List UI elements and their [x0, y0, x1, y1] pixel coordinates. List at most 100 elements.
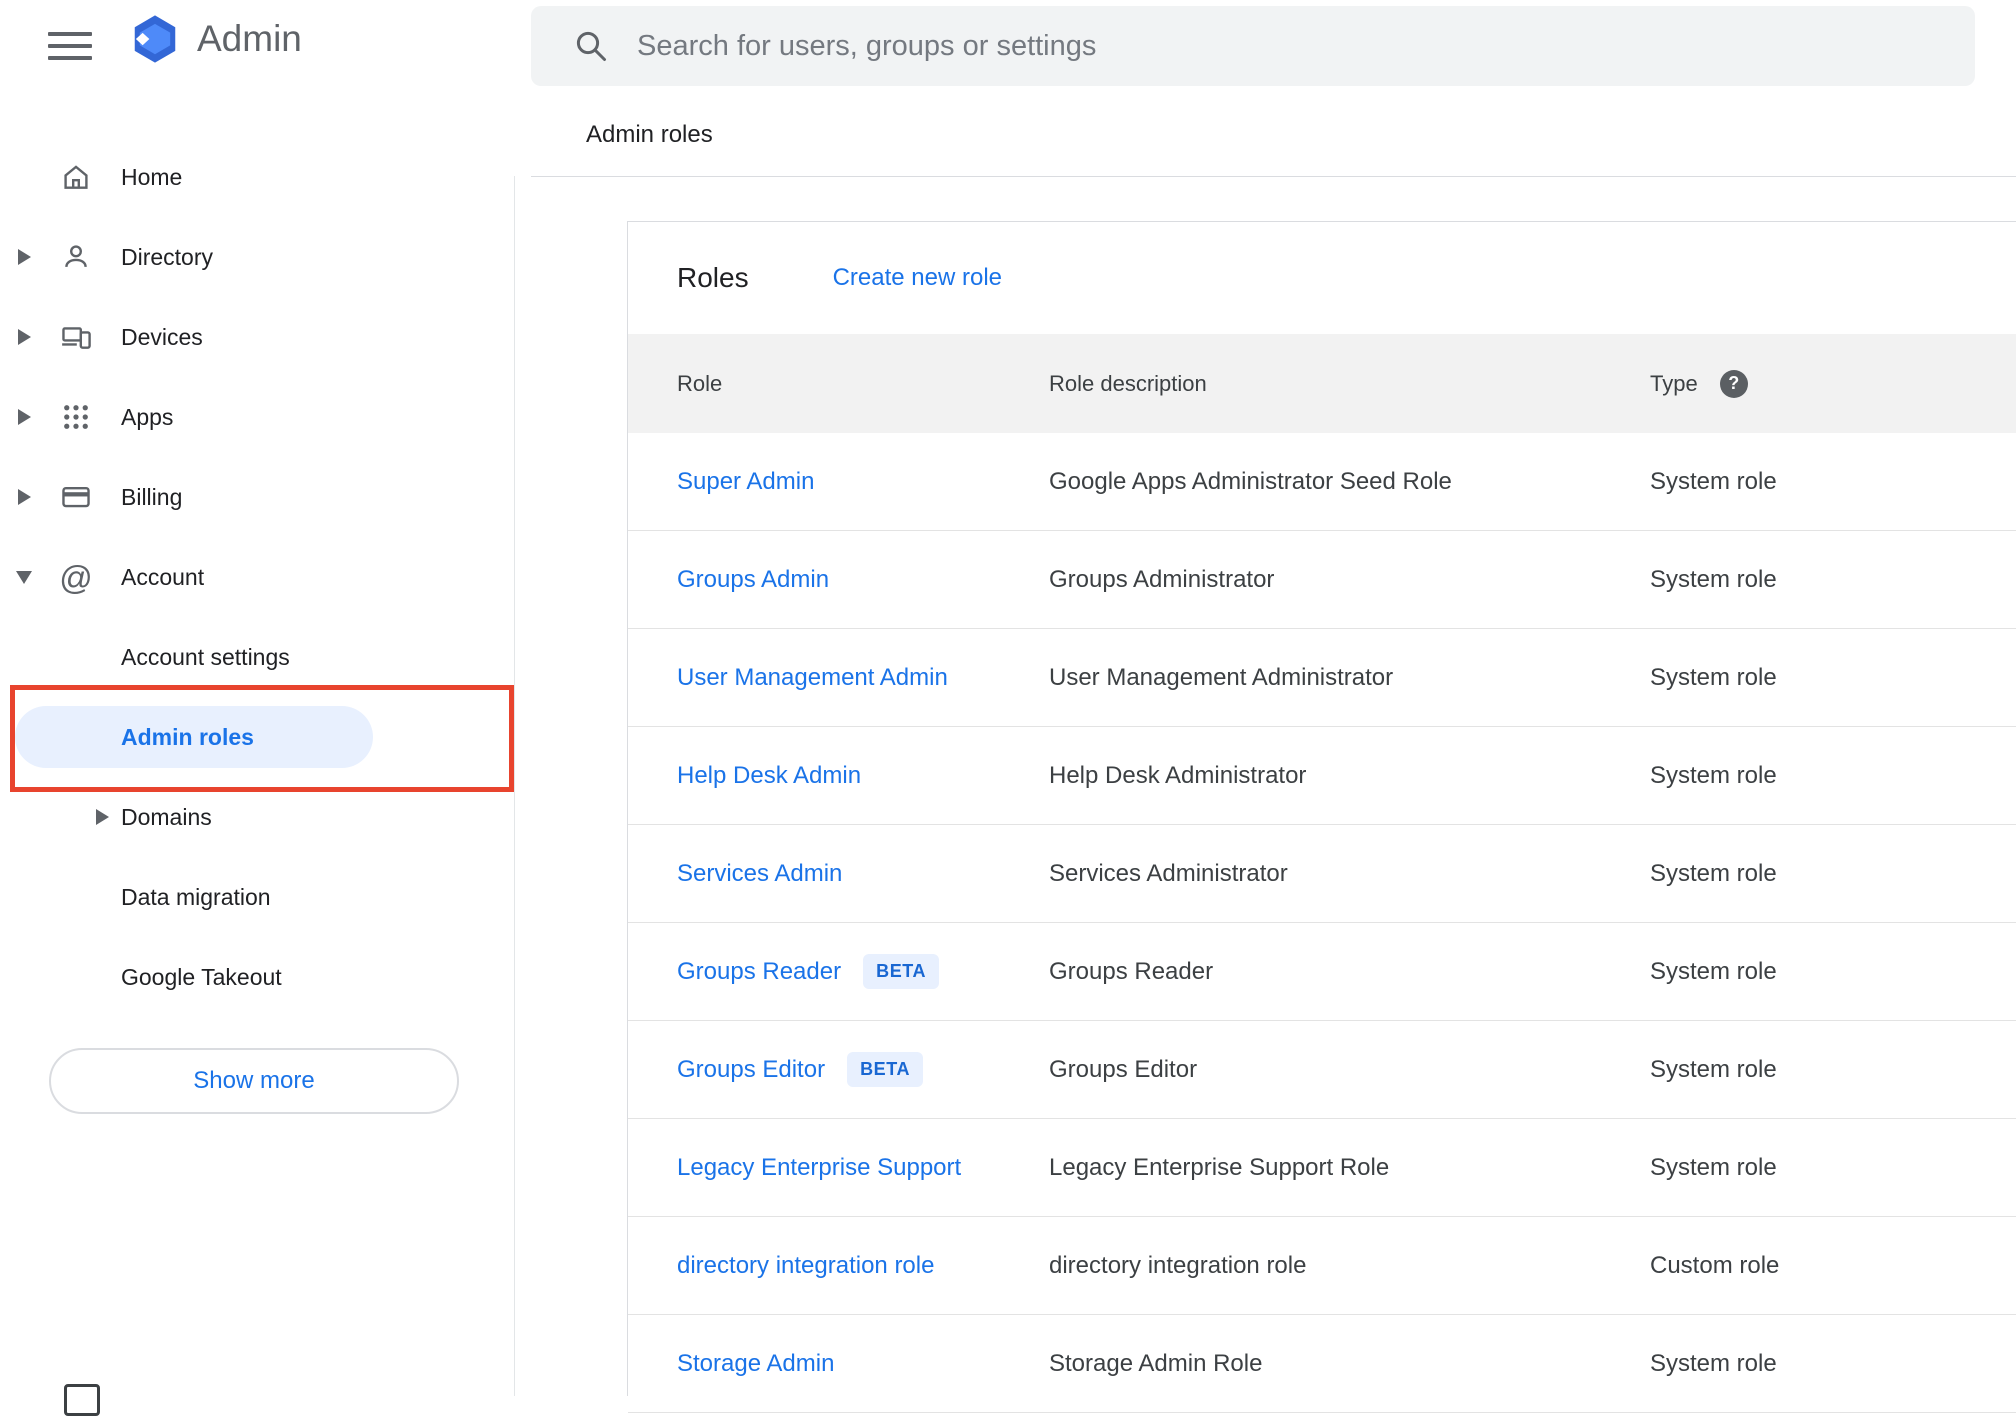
role-description: Legacy Enterprise Support Role: [1049, 1153, 1390, 1181]
sidebar-item-account[interactable]: @ Account: [0, 537, 514, 617]
sidebar-item-label: Account: [121, 563, 205, 590]
role-type: System role: [1650, 957, 1777, 985]
role-type: System role: [1650, 859, 1777, 887]
roles-card: Roles Create new role Role Role descript…: [627, 221, 2016, 1413]
sidebar-item-account-settings[interactable]: Account settings: [0, 617, 514, 697]
role-description: Help Desk Administrator: [1049, 761, 1307, 789]
sidebar-item-admin-roles[interactable]: Admin roles: [0, 697, 514, 777]
chevron-down-icon: [16, 570, 32, 584]
role-type: System role: [1650, 1153, 1777, 1181]
beta-badge: BETA: [847, 1052, 924, 1087]
sidebar-item-google-takeout[interactable]: Google Takeout: [0, 937, 514, 1017]
role-link[interactable]: User Management Admin: [677, 664, 948, 692]
table-row: Services Admin Services Administrator Sy…: [628, 825, 2016, 923]
person-icon: [48, 241, 104, 273]
home-icon: [48, 161, 104, 193]
sidebar: Admin Home Directory Devices Apps Billin…: [0, 0, 514, 1416]
sidebar-item-domains[interactable]: Domains: [0, 777, 514, 857]
role-link[interactable]: Groups Editor: [677, 1056, 825, 1084]
chevron-right-icon: [17, 329, 31, 345]
admin-logo[interactable]: Admin: [128, 12, 302, 66]
sidebar-item-label: Account settings: [121, 643, 290, 670]
role-description: User Management Administrator: [1049, 663, 1394, 691]
role-description: Storage Admin Role: [1049, 1349, 1263, 1377]
header-divider: [531, 176, 2016, 177]
sidebar-item-label: Devices: [121, 323, 203, 350]
roles-table-body: Super Admin Google Apps Administrator Se…: [628, 433, 2016, 1413]
role-type: System role: [1650, 1055, 1777, 1083]
role-description: directory integration role: [1049, 1251, 1307, 1279]
role-type: System role: [1650, 761, 1777, 789]
role-description: Groups Reader: [1049, 957, 1214, 985]
role-description: Google Apps Administrator Seed Role: [1049, 467, 1452, 495]
role-link[interactable]: Super Admin: [677, 468, 814, 496]
sidebar-item-label: Home: [121, 163, 183, 190]
sidebar-item-label: Billing: [121, 483, 183, 510]
table-header-row: Role Role description Type ?: [628, 334, 2016, 433]
table-row: User Management Admin User Management Ad…: [628, 629, 2016, 727]
table-row: Legacy Enterprise Support Legacy Enterpr…: [628, 1119, 2016, 1217]
apps-grid-icon: [48, 402, 104, 432]
sidebar-item-devices[interactable]: Devices: [0, 297, 514, 377]
chevron-right-icon: [17, 489, 31, 505]
search-input[interactable]: [635, 28, 1975, 64]
role-description: Groups Editor: [1049, 1055, 1198, 1083]
role-type: Custom role: [1650, 1251, 1780, 1279]
sidebar-item-apps[interactable]: Apps: [0, 377, 514, 457]
role-type: System role: [1650, 663, 1777, 691]
chevron-right-icon: [17, 409, 31, 425]
column-header-type: Type: [1650, 370, 1698, 396]
admin-logo-text: Admin: [197, 18, 302, 59]
billing-card-icon: [48, 481, 104, 513]
table-row: Storage Admin Storage Admin Role System …: [628, 1315, 2016, 1413]
table-row: directory integration role directory int…: [628, 1217, 2016, 1315]
sidebar-nav: Home Directory Devices Apps Billing @ Ac…: [0, 137, 514, 1017]
sidebar-item-billing[interactable]: Billing: [0, 457, 514, 537]
chevron-right-icon: [17, 249, 31, 265]
breadcrumb: Admin roles: [586, 121, 713, 148]
sidebar-item-label: Apps: [121, 403, 174, 430]
sidebar-item-label: Directory: [121, 243, 214, 270]
help-icon[interactable]: ?: [1719, 369, 1748, 398]
role-link[interactable]: Groups Admin: [677, 566, 829, 594]
role-description: Groups Administrator: [1049, 565, 1275, 593]
role-type: System role: [1650, 467, 1777, 495]
role-description: Services Administrator: [1049, 859, 1288, 887]
card-title: Roles: [677, 262, 749, 293]
at-icon: @: [59, 558, 93, 596]
devices-icon: [48, 321, 104, 353]
create-new-role-link[interactable]: Create new role: [833, 264, 1002, 292]
sidebar-item-data-migration[interactable]: Data migration: [0, 857, 514, 937]
search-icon: [573, 28, 609, 64]
role-link[interactable]: Help Desk Admin: [677, 762, 861, 790]
sidebar-item-label: Data migration: [121, 883, 271, 910]
table-row: Groups Admin Groups Administrator System…: [628, 531, 2016, 629]
search-bar[interactable]: [531, 6, 1975, 86]
column-header-role: Role: [677, 370, 723, 396]
table-row: Groups Editor BETA Groups Editor System …: [628, 1021, 2016, 1119]
role-link[interactable]: Storage Admin: [677, 1350, 834, 1378]
table-row: Help Desk Admin Help Desk Administrator …: [628, 727, 2016, 825]
sidebar-item-label: Google Takeout: [121, 963, 282, 990]
menu-icon[interactable]: [48, 30, 92, 62]
support-icon[interactable]: [64, 1384, 100, 1416]
sidebar-item-label: Domains: [121, 803, 212, 830]
table-row: Groups Reader BETA Groups Reader System …: [628, 923, 2016, 1021]
card-header: Roles Create new role: [628, 222, 2016, 334]
role-link[interactable]: Legacy Enterprise Support: [677, 1154, 961, 1182]
role-link[interactable]: directory integration role: [677, 1252, 934, 1280]
column-header-description: Role description: [1049, 370, 1207, 396]
chevron-right-icon: [96, 809, 109, 825]
sidebar-divider: [514, 176, 515, 1396]
show-more-button[interactable]: Show more: [49, 1048, 459, 1114]
beta-badge: BETA: [863, 954, 940, 989]
role-type: System role: [1650, 565, 1777, 593]
sidebar-item-directory[interactable]: Directory: [0, 217, 514, 297]
sidebar-item-home[interactable]: Home: [0, 137, 514, 217]
table-row: Super Admin Google Apps Administrator Se…: [628, 433, 2016, 531]
role-type: System role: [1650, 1349, 1777, 1377]
admin-logo-icon: [128, 12, 182, 66]
sidebar-item-label: Admin roles: [121, 723, 254, 750]
role-link[interactable]: Services Admin: [677, 860, 842, 888]
role-link[interactable]: Groups Reader: [677, 958, 841, 986]
